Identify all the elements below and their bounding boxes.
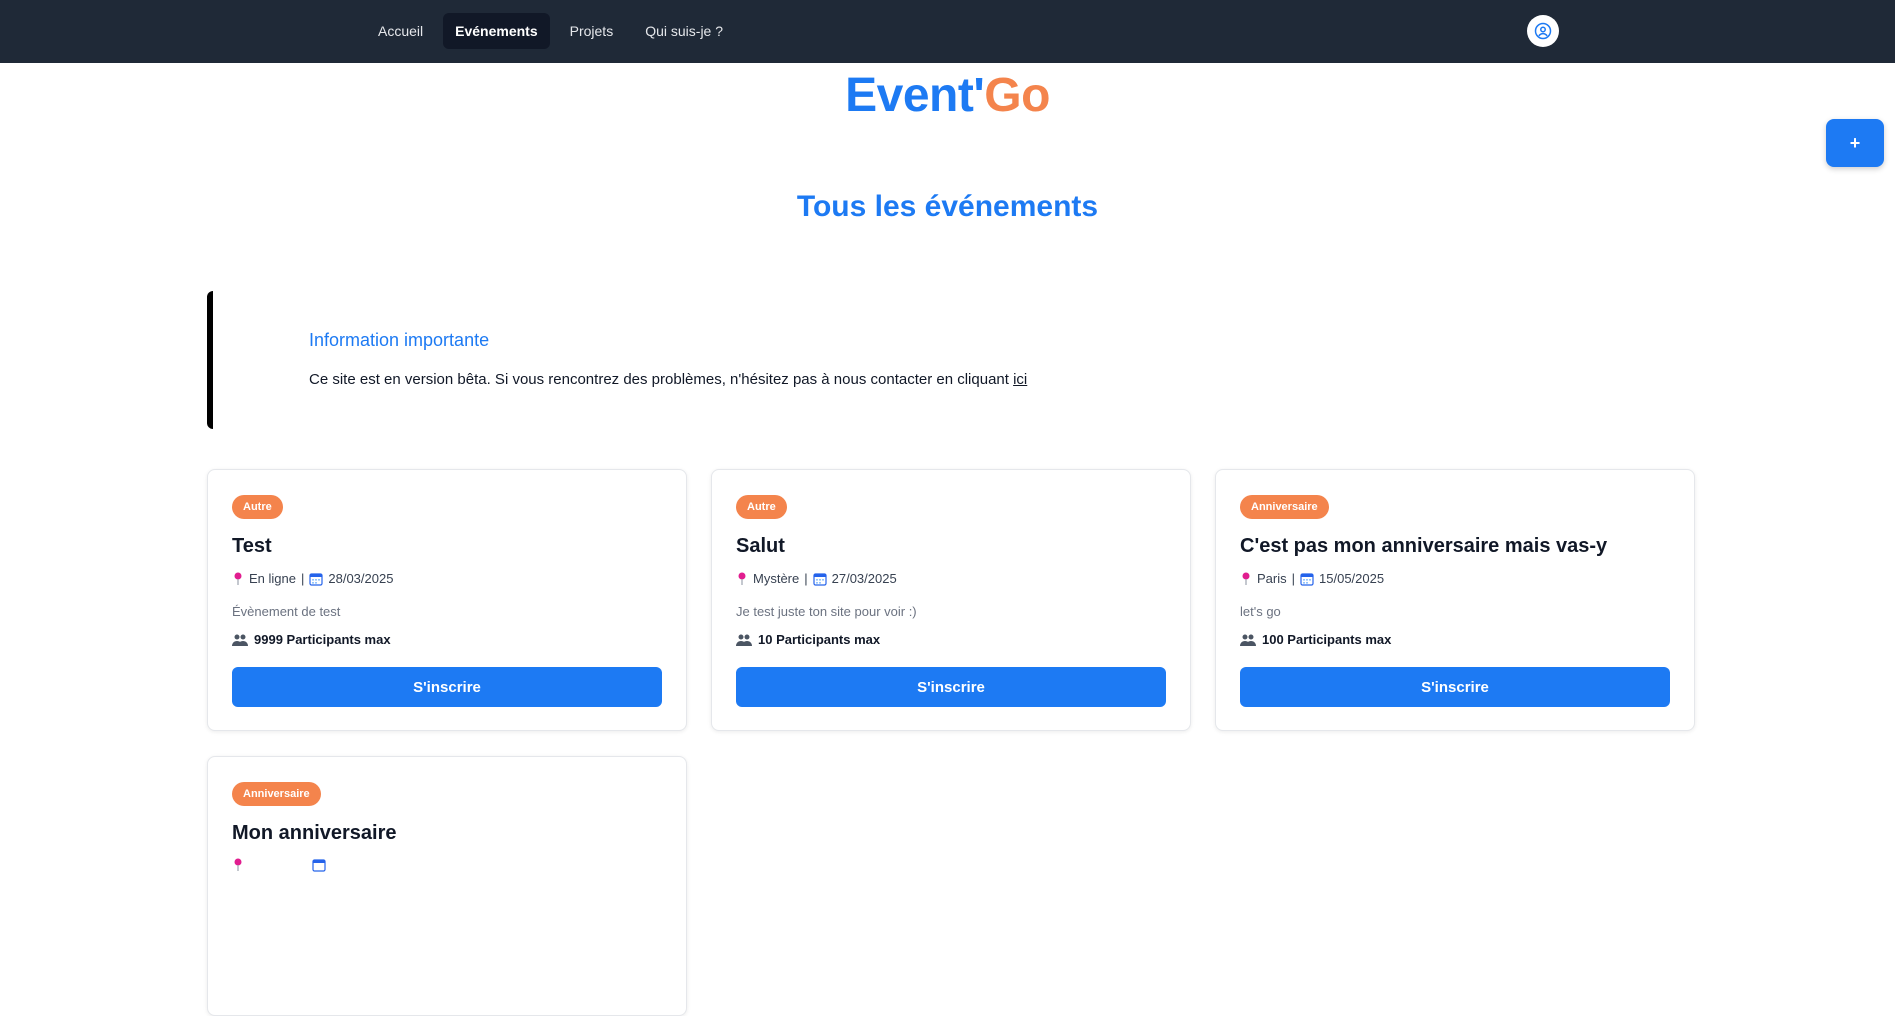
event-title: C'est pas mon anniversaire mais vas-y <box>1240 535 1608 557</box>
notice-contact-link[interactable]: ici <box>1013 371 1027 388</box>
capacity-label: 9999 Participants max <box>254 632 391 647</box>
event-card: Anniversaire C'est pas mon anniversaire … <box>1215 469 1695 731</box>
event-description: Je test juste ton site pour voir :) <box>736 604 917 619</box>
nav-item-qui-suis-je[interactable]: Qui suis-je ? <box>633 13 735 49</box>
category-badge: Anniversaire <box>1240 495 1329 519</box>
people-icon <box>1240 634 1256 646</box>
notice-text: Ce site est en version bêta. Si vous ren… <box>309 371 1027 388</box>
pushpin-icon <box>234 858 242 871</box>
page-title: Tous les événements <box>796 190 1099 223</box>
event-title: Test <box>232 535 272 557</box>
pushpin-icon <box>1242 572 1250 585</box>
event-card: Autre Salut Mystère | 27/03/2025 Je test… <box>711 469 1191 731</box>
event-description: Évènement de test <box>232 604 341 619</box>
event-location: En ligne <box>249 571 296 586</box>
brand-part-go: Go <box>984 69 1050 122</box>
nav-item-accueil[interactable]: Accueil <box>366 13 435 49</box>
people-icon <box>232 634 248 646</box>
nav-item-evenements[interactable]: Evénements <box>443 13 550 49</box>
meta-separator: | <box>804 571 808 586</box>
event-date: 27/03/2025 <box>831 571 897 586</box>
event-description: let's go <box>1240 604 1281 619</box>
category-badge: Anniversaire <box>232 782 321 806</box>
event-capacity: 9999 Participants max <box>232 632 391 647</box>
notice-title: Information importante <box>309 330 490 350</box>
register-button[interactable]: S'inscrire <box>232 667 662 707</box>
event-location: Mystère <box>753 571 800 586</box>
capacity-label: 10 Participants max <box>758 632 881 647</box>
event-card: Anniversaire Mon anniversaire <box>207 756 687 1016</box>
event-meta: Mystère | 27/03/2025 <box>736 571 897 586</box>
category-badge: Autre <box>736 495 787 519</box>
register-button[interactable]: S'inscrire <box>1240 667 1670 707</box>
pushpin-icon <box>234 572 242 585</box>
user-avatar-button[interactable] <box>1527 15 1559 47</box>
pushpin-icon <box>738 572 746 585</box>
event-title: Salut <box>736 535 785 557</box>
event-meta <box>232 858 326 872</box>
meta-separator: | <box>300 571 305 586</box>
calendar-icon <box>813 572 827 586</box>
notice-body: Ce site est en version bêta. Si vous ren… <box>309 371 1014 388</box>
nav-item-projets[interactable]: Projets <box>558 13 626 49</box>
brand-part-event: Event' <box>845 69 985 122</box>
info-notice: Information importante Ce site est en ve… <box>207 291 1027 429</box>
brand-logo[interactable]: Event'Go <box>0 68 1895 123</box>
user-circle-icon <box>1534 22 1552 40</box>
event-date: 15/05/2025 <box>1319 571 1385 586</box>
event-date: 28/03/2025 <box>328 571 394 586</box>
event-title: Mon anniversaire <box>232 822 397 844</box>
navbar: Accueil Evénements Projets Qui suis-je ? <box>0 0 1895 63</box>
event-card: Autre Test En ligne | 28/03/2025 Évèneme… <box>207 469 687 731</box>
event-location: Paris <box>1257 571 1287 586</box>
meta-separator: | <box>1291 571 1296 586</box>
calendar-icon <box>312 859 326 872</box>
event-capacity: 100 Participants max <box>1240 632 1391 647</box>
add-event-button[interactable]: + <box>1826 119 1884 167</box>
event-meta: En ligne | 28/03/2025 <box>232 571 393 586</box>
people-icon <box>736 634 752 646</box>
category-badge: Autre <box>232 495 283 519</box>
nav-links: Accueil Evénements Projets Qui suis-je ? <box>366 13 735 49</box>
event-meta: Paris | 15/05/2025 <box>1240 571 1384 586</box>
register-button[interactable]: S'inscrire <box>736 667 1166 707</box>
event-capacity: 10 Participants max <box>736 632 880 647</box>
capacity-label: 100 Participants max <box>1262 632 1392 647</box>
calendar-icon <box>1300 572 1314 586</box>
calendar-icon <box>309 572 323 586</box>
